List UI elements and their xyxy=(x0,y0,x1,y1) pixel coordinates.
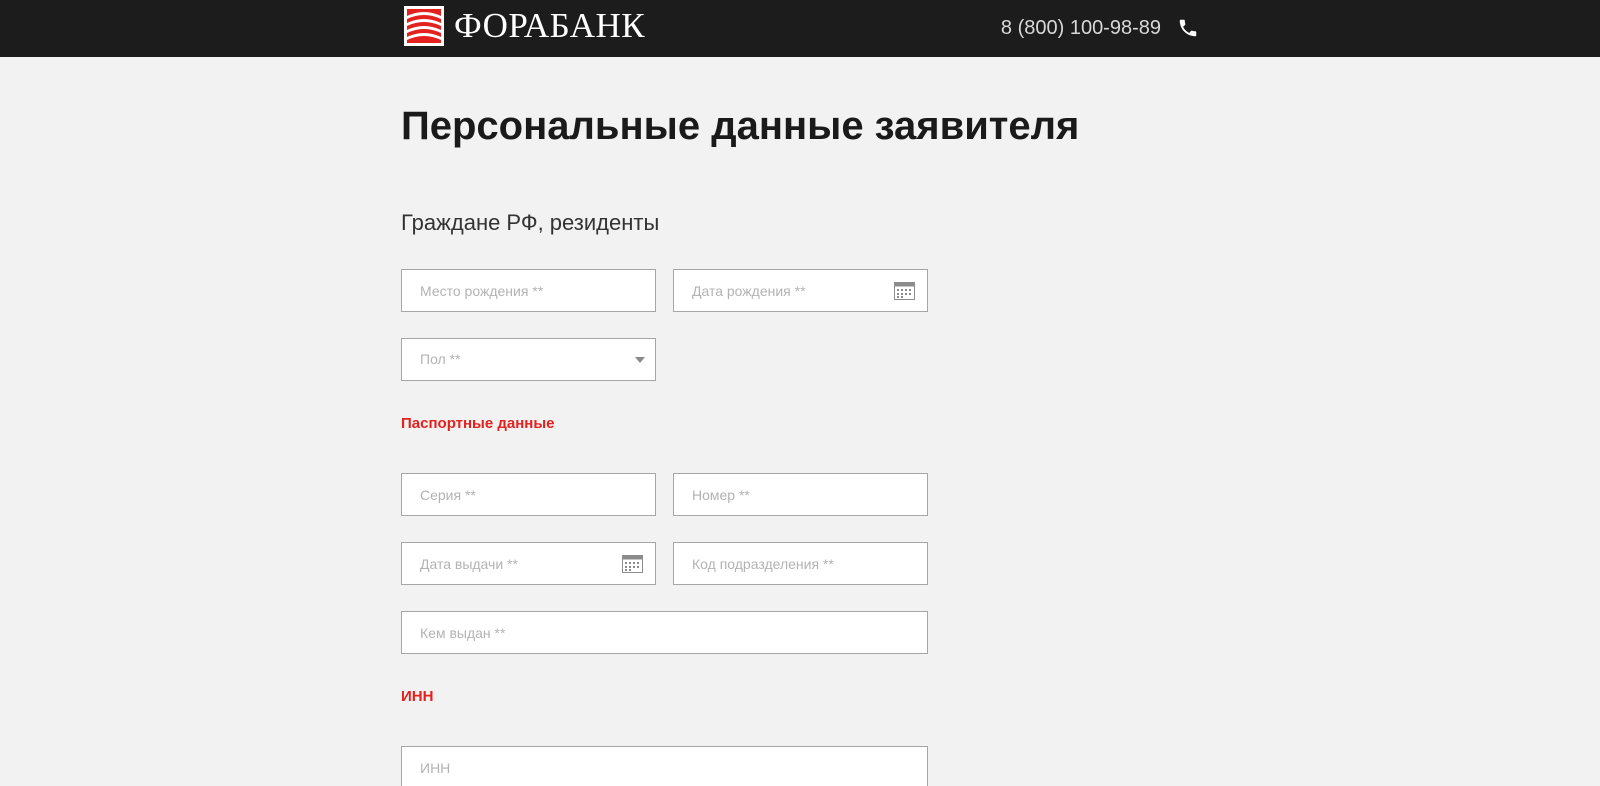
passport-number-field[interactable] xyxy=(673,473,928,516)
passport-series-field[interactable] xyxy=(401,473,656,516)
brand-logo[interactable]: ФОРАБАНК xyxy=(404,6,645,46)
passport-number-input[interactable] xyxy=(674,474,927,515)
issue-date-field[interactable] xyxy=(401,542,656,585)
birth-date-field[interactable] xyxy=(673,269,928,312)
passport-series-input[interactable] xyxy=(402,474,655,515)
page-title: Персональные данные заявителя xyxy=(401,104,1080,148)
birth-date-input[interactable] xyxy=(674,270,927,311)
division-code-field[interactable] xyxy=(673,542,928,585)
issue-date-input[interactable] xyxy=(402,543,655,584)
phone-contact[interactable]: 8 (800) 100-98-89 xyxy=(1001,14,1199,42)
logo-mark-icon xyxy=(404,6,444,46)
header-bar: ФОРАБАНК 8 (800) 100-98-89 xyxy=(0,0,1600,57)
birth-place-field[interactable] xyxy=(401,269,656,312)
issued-by-input[interactable] xyxy=(402,612,927,653)
inn-field[interactable] xyxy=(401,746,928,786)
gender-select[interactable]: Пол ** xyxy=(401,338,656,381)
chevron-down-icon[interactable] xyxy=(635,357,645,363)
calendar-icon[interactable] xyxy=(894,282,915,300)
phone-number[interactable]: 8 (800) 100-98-89 xyxy=(1001,17,1161,40)
phone-icon[interactable] xyxy=(1177,17,1199,39)
inn-section-label: ИНН xyxy=(401,688,434,705)
calendar-icon[interactable] xyxy=(622,555,643,573)
page-subtitle: Граждане РФ, резиденты xyxy=(401,210,660,235)
passport-section-label: Паспортные данные xyxy=(401,415,555,432)
inn-input[interactable] xyxy=(402,747,927,786)
division-code-input[interactable] xyxy=(674,543,927,584)
birth-place-input[interactable] xyxy=(402,270,655,311)
issued-by-field[interactable] xyxy=(401,611,928,654)
gender-select-placeholder: Пол ** xyxy=(420,351,461,367)
brand-name: ФОРАБАНК xyxy=(454,6,646,45)
